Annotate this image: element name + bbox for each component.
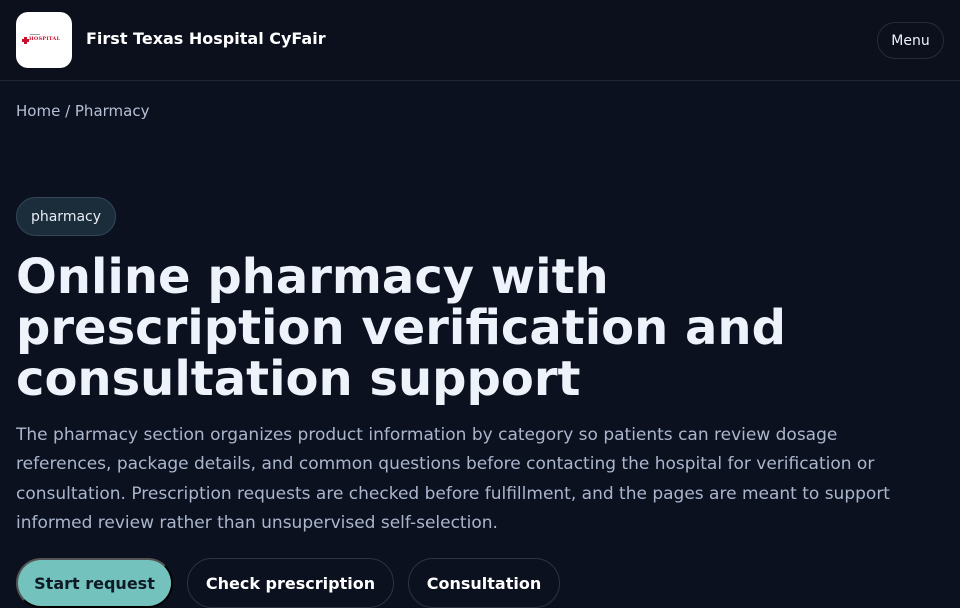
page-title: Online pharmacy with prescription verifi… [16,249,786,407]
consultation-button[interactable]: Consultation [408,558,560,608]
page-description: The pharmacy section organizes product i… [16,425,890,533]
start-request-button[interactable]: Start request [16,558,173,608]
check-prescription-button[interactable]: Check prescription [187,558,394,608]
site-name[interactable]: First Texas Hospital CyFair [86,29,326,49]
breadcrumb[interactable]: Home / Pharmacy [16,101,149,121]
category-badge: pharmacy [16,197,116,236]
hospital-logo[interactable]: HOSPITAL [16,12,72,68]
site-header: HOSPITAL First Texas Hospital CyFair Men… [0,0,960,81]
logo-text: HOSPITAL [29,36,61,42]
red-cross-icon [22,37,29,44]
logo-subtext-line [30,34,40,35]
menu-button[interactable]: Menu [877,22,944,59]
